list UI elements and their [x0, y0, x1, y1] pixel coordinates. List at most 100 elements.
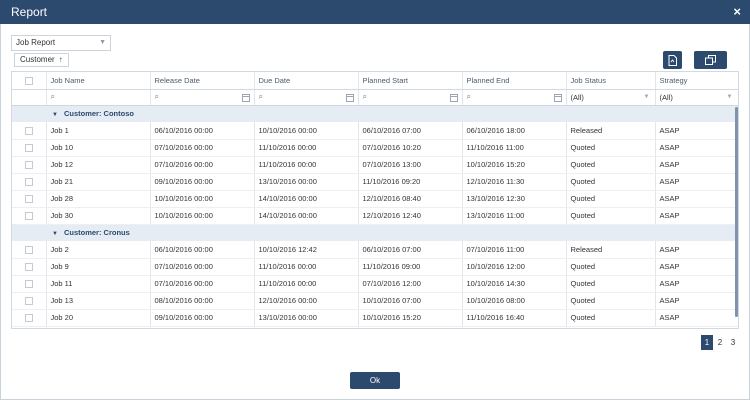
- ok-button[interactable]: Ok: [350, 372, 400, 389]
- cell-job-status: Quoted: [566, 190, 656, 208]
- table-row[interactable]: Job 11 07/10/2016 00:00 11/10/2016 00:00 07…: [12, 275, 738, 293]
- cell-release-date: 07/10/2016 00:00: [150, 258, 255, 276]
- column-header-release-date[interactable]: Release Date: [150, 72, 255, 90]
- table-row[interactable]: Job 10 07/10/2016 00:00 11/10/2016 00:00 07…: [12, 139, 738, 157]
- table-row[interactable]: Job 13 08/10/2016 00:00 12/10/2016 00:00 10…: [12, 292, 738, 310]
- group-row[interactable]: ▼ Customer: Contoso: [12, 105, 738, 122]
- row-checkbox[interactable]: [12, 292, 47, 310]
- export-button[interactable]: [663, 51, 682, 69]
- cell-planned-start: 06/10/2016 07:00: [358, 122, 463, 140]
- calendar-icon[interactable]: [449, 93, 458, 102]
- search-icon: ⌕: [362, 92, 367, 101]
- table-row[interactable]: Job 12 07/10/2016 00:00 11/10/2016 00:00 07…: [12, 156, 738, 174]
- table-row[interactable]: Job 28 10/10/2016 00:00 14/10/2016 00:00 12…: [12, 190, 738, 208]
- cell-job-status: Quoted: [566, 275, 656, 293]
- page-button-3[interactable]: 3: [727, 335, 739, 350]
- filter-release-date[interactable]: ⌕: [150, 89, 255, 106]
- search-icon: ⌕: [258, 92, 263, 101]
- table-row[interactable]: Job 30 10/10/2016 00:00 14/10/2016 00:00 12…: [12, 207, 738, 225]
- row-checkbox[interactable]: [12, 275, 47, 293]
- collapse-triangle-icon[interactable]: ▼: [52, 112, 58, 118]
- row-checkbox[interactable]: [12, 139, 47, 157]
- cell-job-name: Job 28: [46, 190, 151, 208]
- cell-job-status: Quoted: [566, 173, 656, 191]
- row-checkbox[interactable]: [12, 207, 47, 225]
- filter-planned-start[interactable]: ⌕: [358, 89, 463, 106]
- checkbox[interactable]: [24, 280, 33, 288]
- vertical-scrollbar[interactable]: [735, 107, 738, 317]
- filter-planned-end[interactable]: ⌕: [462, 89, 567, 106]
- row-checkbox[interactable]: [12, 173, 47, 191]
- calendar-icon[interactable]: [345, 93, 354, 102]
- checkbox[interactable]: [24, 144, 33, 152]
- grid-filter-row: ⌕ ⌕ ⌕ ⌕ ⌕ (All) ▼ (All) ▼: [12, 89, 738, 106]
- cell-strategy: ASAP: [655, 122, 738, 140]
- search-icon: ⌕: [154, 92, 159, 101]
- filter-job-name[interactable]: ⌕: [46, 89, 151, 106]
- cell-job-status: Quoted: [566, 258, 656, 276]
- table-row[interactable]: Job 21 09/10/2016 00:00 13/10/2016 00:00 11…: [12, 173, 738, 191]
- checkbox[interactable]: [24, 126, 33, 135]
- column-header-planned-start[interactable]: Planned Start: [358, 72, 463, 90]
- page-button-1[interactable]: 1: [701, 335, 713, 350]
- cell-release-date: 07/10/2016 00:00: [150, 156, 255, 174]
- checkbox[interactable]: [24, 297, 33, 305]
- select-all-checkbox[interactable]: [12, 72, 47, 90]
- cell-planned-start: 06/10/2016 07:00: [358, 241, 463, 259]
- group-by-chip[interactable]: Customer ↑: [14, 53, 69, 67]
- cell-due-date: 13/10/2016 00:00: [254, 173, 359, 191]
- title-bar: Report ×: [0, 0, 750, 24]
- group-label: Customer: Cronus: [63, 228, 130, 238]
- copy-button[interactable]: [694, 51, 727, 69]
- checkbox[interactable]: [24, 263, 33, 271]
- close-icon[interactable]: ×: [733, 4, 741, 19]
- cell-strategy: ASAP: [655, 275, 738, 293]
- filter-job-status[interactable]: (All) ▼: [566, 89, 656, 106]
- checkbox[interactable]: [24, 195, 33, 203]
- group-header[interactable]: ▼ Customer: Contoso: [12, 105, 738, 122]
- cell-due-date: 11/10/2016 00:00: [254, 258, 359, 276]
- cell-strategy: ASAP: [655, 258, 738, 276]
- row-checkbox[interactable]: [12, 309, 47, 327]
- calendar-icon[interactable]: [241, 93, 250, 102]
- checkbox[interactable]: [24, 161, 33, 169]
- row-checkbox[interactable]: [12, 190, 47, 208]
- cell-planned-start: 07/10/2016 13:00: [358, 156, 463, 174]
- sort-ascending-icon[interactable]: ↑: [59, 55, 63, 64]
- table-row[interactable]: Job 2 06/10/2016 00:00 10/10/2016 12:42 06/…: [12, 241, 738, 259]
- cell-release-date: 10/10/2016 00:00: [150, 190, 255, 208]
- cell-due-date: 10/10/2016 00:00: [254, 122, 359, 140]
- cell-release-date: 06/10/2016 00:00: [150, 241, 255, 259]
- filter-due-date[interactable]: ⌕: [254, 89, 359, 106]
- cell-job-name: Job 13: [46, 292, 151, 310]
- table-row[interactable]: Job 1 06/10/2016 00:00 10/10/2016 00:00 06/…: [12, 122, 738, 140]
- checkbox[interactable]: [24, 245, 33, 254]
- group-header[interactable]: ▼ Customer: Cronus: [12, 224, 738, 241]
- row-checkbox[interactable]: [12, 156, 47, 174]
- column-header-due-date[interactable]: Due Date: [254, 72, 359, 90]
- checkbox[interactable]: [24, 178, 33, 186]
- cell-job-status: Quoted: [566, 292, 656, 310]
- page-button-2[interactable]: 2: [714, 335, 726, 350]
- checkbox[interactable]: [24, 314, 33, 322]
- filter-strategy[interactable]: (All) ▼: [655, 89, 738, 106]
- row-checkbox[interactable]: [12, 258, 47, 276]
- checkbox[interactable]: [24, 212, 33, 220]
- collapse-triangle-icon[interactable]: ▼: [52, 231, 58, 237]
- column-header-strategy[interactable]: Strategy: [655, 72, 738, 90]
- table-row[interactable]: Job 20 09/10/2016 00:00 13/10/2016 00:00 10…: [12, 309, 738, 327]
- cell-job-name: Job 12: [46, 156, 151, 174]
- window-title: Report: [11, 5, 48, 19]
- cell-strategy: ASAP: [655, 309, 738, 327]
- group-row[interactable]: ▼ Customer: Cronus: [12, 224, 738, 241]
- row-checkbox[interactable]: [12, 241, 47, 259]
- column-header-job-name[interactable]: Job Name: [46, 72, 151, 90]
- column-header-job-status[interactable]: Job Status: [566, 72, 656, 90]
- column-header-planned-end[interactable]: Planned End: [462, 72, 567, 90]
- cell-job-name: Job 9: [46, 258, 151, 276]
- report-type-select[interactable]: Job Report ▼: [11, 35, 111, 51]
- cell-due-date: 13/10/2016 00:00: [254, 309, 359, 327]
- table-row[interactable]: Job 9 07/10/2016 00:00 11/10/2016 00:00 11/…: [12, 258, 738, 276]
- row-checkbox[interactable]: [12, 122, 47, 140]
- calendar-icon[interactable]: [553, 93, 562, 102]
